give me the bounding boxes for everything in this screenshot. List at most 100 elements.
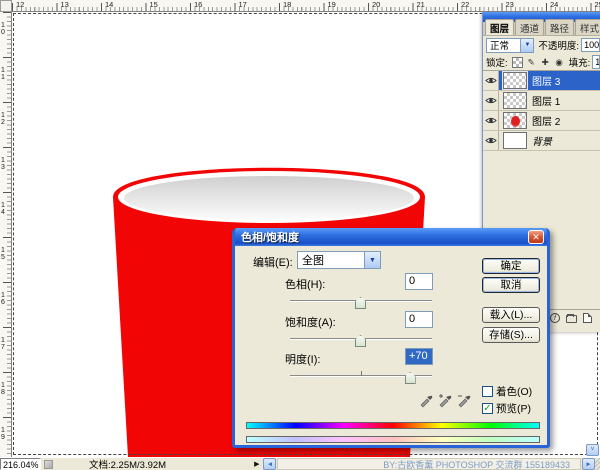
- preview-checkbox-row[interactable]: ✓ 预览(P): [482, 401, 531, 416]
- edit-target-select[interactable]: 全图 ▼: [297, 251, 381, 269]
- layer-name[interactable]: 图层 1: [532, 93, 560, 108]
- lightness-label: 明度(I):: [285, 351, 320, 367]
- eye-icon[interactable]: [485, 116, 497, 125]
- eye-icon[interactable]: [485, 76, 497, 85]
- hue-slider[interactable]: [290, 300, 432, 302]
- saturation-slider-thumb[interactable]: [355, 335, 366, 347]
- tab-图层[interactable]: 图层: [485, 19, 514, 35]
- ruler-h-number: 22: [461, 0, 469, 9]
- layer-thumbnail[interactable]: [503, 72, 527, 89]
- eye-icon[interactable]: [485, 136, 497, 145]
- lock-paint-icon[interactable]: ✎: [526, 57, 537, 68]
- saturation-slider[interactable]: [290, 338, 432, 340]
- visibility-toggle[interactable]: [483, 91, 499, 110]
- ruler-v-number: 10: [1, 22, 7, 36]
- visibility-toggle[interactable]: [483, 131, 499, 150]
- ruler-h-number: 16: [194, 0, 202, 9]
- lock-transparency-icon[interactable]: [512, 57, 523, 68]
- ruler-corner: [0, 0, 12, 12]
- eyedropper-icon[interactable]: [419, 392, 434, 408]
- layer-name[interactable]: 背景: [532, 133, 552, 148]
- layer-list: 图层 3 图层 1 图层 2 背景: [483, 70, 600, 151]
- scroll-left-icon[interactable]: ◄: [263, 458, 276, 470]
- lightness-slider[interactable]: [290, 375, 432, 377]
- ruler-horizontal[interactable]: 1213141516171819202122232425: [12, 0, 600, 12]
- tab-样式[interactable]: 样式: [575, 19, 600, 35]
- lightness-input[interactable]: +70: [405, 348, 433, 365]
- preview-label: 预览(P): [496, 401, 531, 416]
- layer-name[interactable]: 图层 2: [532, 113, 560, 128]
- opacity-input[interactable]: 100: [581, 38, 600, 52]
- layer-row[interactable]: 图层 2: [483, 111, 600, 131]
- layer-thumbnail[interactable]: [503, 112, 527, 129]
- dialog-body: 编辑(E): 全图 ▼ 色相(H): 0 饱和度(A): 0 明度(I): +7…: [235, 246, 547, 442]
- status-bar: 216.04% 文档:2.25M/3.92M ▶ ◄ BY:古欧香薰 PHOTO…: [0, 457, 600, 470]
- lock-label: 锁定:: [486, 55, 508, 69]
- ruler-v-number: 19: [1, 427, 7, 441]
- load-button[interactable]: 载入(L)...: [482, 307, 540, 323]
- ruler-vertical[interactable]: 10111213141516171819: [0, 12, 12, 457]
- palette-tabs: 图层通道路径样式色板: [483, 22, 600, 36]
- visibility-toggle[interactable]: [483, 71, 499, 90]
- lightness-slider-thumb[interactable]: [405, 372, 416, 384]
- new-layer-icon[interactable]: [583, 313, 592, 323]
- save-button[interactable]: 存储(S)...: [482, 327, 540, 343]
- layer-style-icon[interactable]: f: [550, 313, 560, 323]
- layer-row[interactable]: 图层 1: [483, 91, 600, 111]
- close-icon[interactable]: ✕: [528, 230, 544, 244]
- tab-路径[interactable]: 路径: [545, 19, 574, 35]
- zoom-level-input[interactable]: 216.04%: [0, 458, 41, 470]
- resize-grip[interactable]: [595, 458, 600, 470]
- dialog-title: 色相/饱和度: [241, 229, 528, 245]
- colorize-label: 着色(O): [496, 384, 532, 399]
- ok-button[interactable]: 确定: [482, 258, 540, 274]
- fill-input[interactable]: 100: [592, 55, 600, 69]
- tab-通道[interactable]: 通道: [515, 19, 544, 35]
- layer-row[interactable]: 背景: [483, 131, 600, 151]
- ruler-v-number: 12: [1, 112, 7, 126]
- dialog-titlebar[interactable]: 色相/饱和度 ✕: [235, 228, 547, 246]
- scroll-down-icon[interactable]: ˅: [586, 444, 599, 456]
- ruler-v-number: 16: [1, 292, 7, 306]
- hue-input[interactable]: 0: [405, 273, 433, 290]
- ruler-h-number: 20: [372, 0, 380, 9]
- opacity-label: 不透明度:: [538, 38, 579, 52]
- layer-name[interactable]: 图层 3: [532, 73, 560, 88]
- ruler-h-number: 17: [239, 0, 247, 9]
- layer-row[interactable]: 图层 3: [483, 71, 600, 91]
- blend-mode-value: 正常: [490, 38, 509, 52]
- ruler-v-number: 17: [1, 337, 7, 351]
- blend-mode-select[interactable]: 正常 ▼: [486, 38, 534, 53]
- scroll-right-icon[interactable]: ►: [582, 458, 595, 470]
- eyedropper-minus-icon[interactable]: [457, 392, 472, 408]
- horizontal-scrollbar-track[interactable]: BY:古欧香薰 PHOTOSHOP 交流群 155189433: [277, 458, 581, 470]
- status-menu-arrow-icon[interactable]: ▶: [254, 460, 259, 468]
- ruler-h-number: 25: [595, 0, 600, 9]
- ruler-h-number: 23: [506, 0, 514, 9]
- layer-thumbnail[interactable]: [503, 92, 527, 109]
- colorize-checkbox-row[interactable]: 着色(O): [482, 384, 532, 399]
- ruler-h-number: 14: [105, 0, 113, 9]
- preview-checkbox[interactable]: ✓: [482, 403, 493, 414]
- chevron-down-icon[interactable]: ▼: [364, 252, 380, 268]
- visibility-toggle[interactable]: [483, 111, 499, 130]
- lock-all-icon[interactable]: ◉: [554, 57, 565, 68]
- hue-slider-thumb[interactable]: [355, 297, 366, 309]
- eye-icon[interactable]: [485, 96, 497, 105]
- watermark-text: BY:古欧香薰 PHOTOSHOP 交流群 155189433: [383, 458, 580, 470]
- ruler-v-number: 11: [1, 67, 7, 81]
- slider-center-tick: [361, 371, 362, 376]
- new-group-icon[interactable]: [566, 315, 577, 323]
- lock-move-icon[interactable]: ✚: [540, 57, 551, 68]
- edit-target-value: 全图: [302, 252, 324, 268]
- colorize-checkbox[interactable]: [482, 386, 493, 397]
- ruler-v-number: 18: [1, 382, 7, 396]
- ruler-h-number: 18: [283, 0, 291, 9]
- layer-thumbnail[interactable]: [503, 132, 527, 149]
- eyedropper-plus-icon[interactable]: [438, 392, 453, 408]
- chevron-down-icon[interactable]: ▼: [520, 39, 533, 52]
- cancel-button[interactable]: 取消: [482, 277, 540, 293]
- ruler-h-number: 24: [550, 0, 558, 9]
- saturation-input[interactable]: 0: [405, 311, 433, 328]
- blend-mode-row: 正常 ▼ 不透明度: 100: [483, 36, 600, 54]
